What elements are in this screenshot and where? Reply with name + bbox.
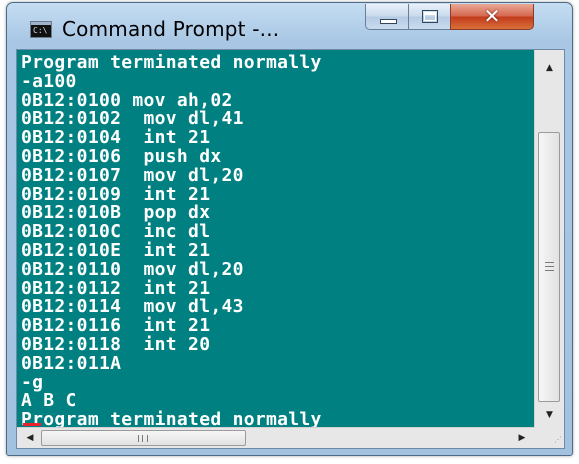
arrow-right-icon: ▶ bbox=[518, 433, 526, 443]
close-icon: ✕ bbox=[483, 4, 501, 28]
console-line: Program terminated normally bbox=[21, 54, 322, 73]
horizontal-scroll-thumb[interactable] bbox=[41, 430, 246, 446]
resize-grip[interactable]: ⋰ bbox=[535, 428, 564, 448]
minimize-icon bbox=[380, 19, 397, 24]
scroll-down-button[interactable]: ▼ bbox=[537, 404, 562, 426]
window-title: Command Prompt -... bbox=[62, 17, 280, 41]
app-icon-label: C:\ bbox=[33, 26, 48, 35]
grip-icon bbox=[138, 435, 148, 442]
close-button[interactable]: ✕ bbox=[450, 4, 534, 30]
console-line: 0B12:0106 push dx bbox=[21, 145, 222, 167]
minimize-button[interactable] bbox=[365, 4, 409, 30]
maximize-button[interactable] bbox=[408, 4, 451, 30]
scroll-left-button[interactable]: ◀ bbox=[19, 428, 41, 448]
command-prompt-app-icon[interactable]: C:\ bbox=[30, 21, 52, 38]
vertical-scroll-thumb[interactable] bbox=[538, 132, 560, 402]
text-cursor bbox=[23, 423, 41, 426]
console-line: 0B12:0118 int 20 bbox=[21, 333, 211, 355]
console-output[interactable]: Program terminated normally -a100 0B12:0… bbox=[21, 54, 531, 430]
arrow-up-icon: ▲ bbox=[546, 63, 553, 73]
arrow-left-icon: ◀ bbox=[26, 433, 34, 443]
console-line: 0B12:010E int 21 bbox=[21, 239, 211, 261]
vertical-scrollbar[interactable]: ▲ ▼ bbox=[534, 50, 564, 428]
resize-grip-icon: ⋰ bbox=[554, 435, 562, 444]
console-line: 0B12:011A bbox=[21, 352, 122, 374]
console-line: -a100 bbox=[21, 70, 77, 92]
scroll-up-button[interactable]: ▲ bbox=[537, 57, 562, 79]
console-line: -g bbox=[21, 371, 44, 393]
console-area[interactable]: Program terminated normally -a100 0B12:0… bbox=[16, 49, 565, 449]
horizontal-scrollbar[interactable]: ◀ ▶ bbox=[17, 427, 535, 448]
maximize-icon bbox=[422, 10, 438, 23]
arrow-down-icon: ▼ bbox=[546, 410, 553, 420]
console-line: 0B12:0107 mov dl,20 bbox=[21, 164, 244, 186]
command-prompt-window: C:\ Command Prompt -... ✕ Program termin… bbox=[6, 2, 573, 456]
title-bar[interactable]: C:\ Command Prompt -... ✕ bbox=[7, 3, 572, 49]
scroll-right-button[interactable]: ▶ bbox=[511, 428, 533, 448]
grip-icon bbox=[545, 262, 554, 271]
console-line: 0B12:0110 mov dl,20 bbox=[21, 258, 244, 280]
